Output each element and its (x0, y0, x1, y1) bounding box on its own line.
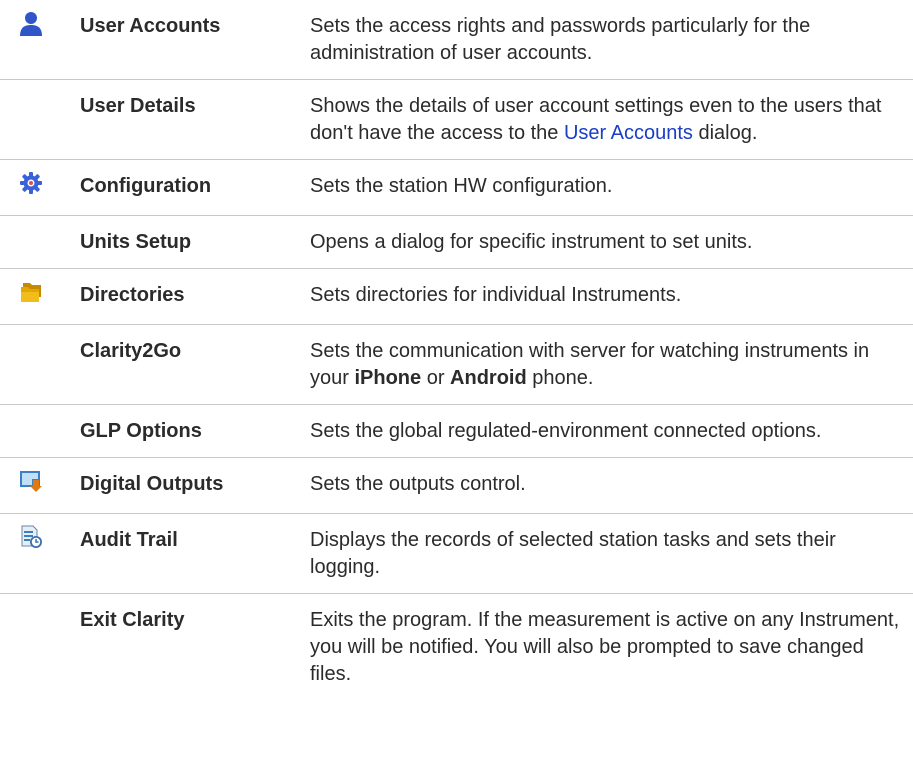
command-name: Configuration (80, 159, 310, 216)
audit-trail-icon (19, 525, 43, 549)
command-description: Shows the details of user account settin… (310, 79, 913, 160)
table-row: User Accounts Sets the access rights and… (0, 0, 913, 80)
command-description: Sets the access rights and passwords par… (310, 0, 913, 80)
table-row: Configuration Sets the station HW config… (0, 159, 913, 216)
command-name: Clarity2Go (80, 324, 310, 405)
gear-icon (19, 171, 43, 195)
command-name: User Accounts (80, 0, 310, 80)
table-row: Directories Sets directories for individ… (0, 268, 913, 325)
command-name: Exit Clarity (80, 609, 185, 631)
user-accounts-link[interactable]: User Accounts (564, 122, 693, 144)
command-description: Sets the global regulated-environment co… (310, 404, 913, 458)
command-name: Audit Trail (80, 513, 310, 594)
command-name: User Details (80, 79, 310, 160)
command-description: Exits the program. If the measurement is… (310, 609, 900, 685)
table-row: GLP Options Sets the global regulated-en… (0, 404, 913, 458)
command-name: GLP Options (80, 404, 310, 458)
command-description: Sets the station HW configuration. (310, 159, 913, 216)
table-row: User Details Shows the details of user a… (0, 79, 913, 160)
command-description: Displays the records of selected station… (310, 513, 913, 594)
user-icon (19, 11, 43, 36)
command-description: Sets the outputs control. (310, 457, 913, 514)
command-name: Directories (80, 268, 310, 325)
table-row: Exit Clarity Exits the program. If the m… (0, 594, 913, 701)
folders-icon (19, 280, 43, 304)
table-row: Audit Trail Displays the records of sele… (0, 513, 913, 594)
table-row: Digital Outputs Sets the outputs control… (0, 457, 913, 514)
command-name: Digital Outputs (80, 457, 310, 514)
menu-commands-table: User Accounts Sets the access rights and… (0, 0, 913, 700)
command-description: Sets directories for individual Instrume… (310, 268, 913, 325)
digital-output-icon (19, 469, 43, 493)
command-name: Units Setup (80, 215, 310, 269)
table-row: Clarity2Go Sets the communication with s… (0, 324, 913, 405)
command-description: Sets the communication with server for w… (310, 324, 913, 405)
command-description: Opens a dialog for specific instrument t… (310, 215, 913, 269)
table-row: Units Setup Opens a dialog for specific … (0, 215, 913, 269)
